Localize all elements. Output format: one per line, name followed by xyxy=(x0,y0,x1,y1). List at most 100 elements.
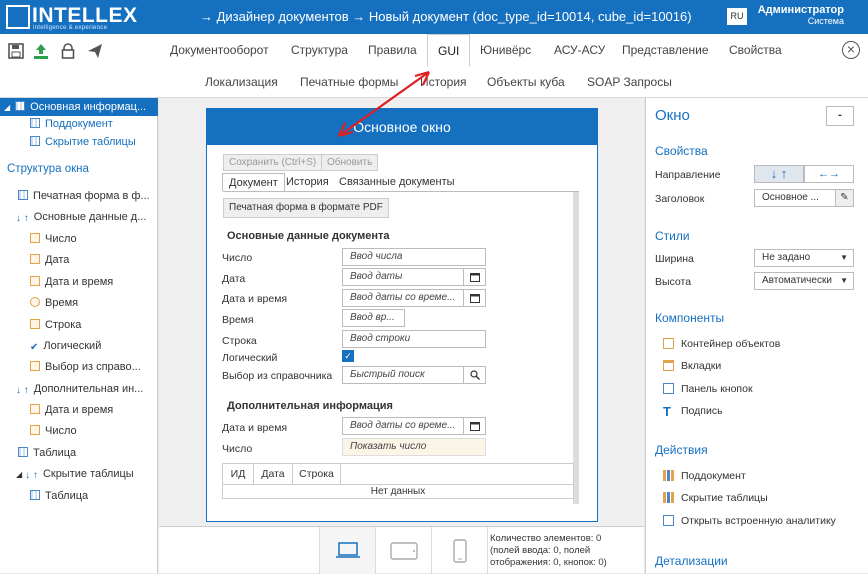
tree-item[interactable]: Число xyxy=(30,422,77,440)
table-header[interactable]: Дата xyxy=(254,464,293,484)
phone-icon[interactable] xyxy=(431,527,487,574)
tab-related-documents[interactable]: Связанные документы xyxy=(333,173,461,191)
tree-item[interactable]: Таблица xyxy=(18,444,76,462)
tree-item[interactable]: Число xyxy=(30,230,77,248)
menu-documentflow[interactable]: Документооборот xyxy=(160,35,279,66)
menu-universe[interactable]: Юнивёрс xyxy=(470,35,541,66)
boolean-checkbox[interactable]: ✓ xyxy=(342,350,354,362)
collapse-triangle-icon: ◢ xyxy=(4,103,11,112)
field-label: Выбор из справочника xyxy=(222,370,333,382)
tree-item-label: Дата xyxy=(45,254,70,266)
time-input[interactable]: Ввод вр... xyxy=(342,309,405,327)
pdf-print-button[interactable]: Печатная форма в формате PDF xyxy=(223,198,389,218)
component-tabs[interactable]: Вкладки xyxy=(663,360,721,372)
stats-line: (полей ввода: 0, полей xyxy=(490,545,591,556)
tree-item[interactable]: ↓ ↑ Дополнительная ин... xyxy=(16,380,143,398)
tree-item[interactable]: Дата xyxy=(30,251,69,269)
data-table[interactable]: ИД Дата Строка Нет данных xyxy=(222,463,574,499)
tab-history[interactable]: История xyxy=(280,173,335,191)
refresh-button[interactable]: Обновить xyxy=(321,154,379,171)
direction-vertical-button[interactable]: ↓ ↑ xyxy=(754,165,804,183)
direction-arrows-icon: ↓ ↑ xyxy=(16,213,29,224)
dictionary-search-input[interactable]: Быстрый поиск xyxy=(342,366,486,384)
menu-structure[interactable]: Структура xyxy=(281,35,358,66)
menu-soap[interactable]: SOAP Запросы xyxy=(577,67,682,98)
search-placeholder: Быстрый поиск xyxy=(350,369,425,380)
tree-item-subdocument[interactable]: Поддокумент xyxy=(30,115,113,133)
menu-asu[interactable]: АСУ-АСУ xyxy=(544,35,615,66)
tree-item[interactable]: Время xyxy=(30,294,78,312)
action-hide-table[interactable]: Скрытие таблицы xyxy=(663,492,768,504)
tree-item[interactable]: ◢ ↓ ↑ Скрытие таблицы xyxy=(16,465,134,484)
additional-datetime-input[interactable]: Ввод даты со време... xyxy=(342,417,486,435)
user-info[interactable]: Администратор Система xyxy=(758,5,844,27)
menu-cube-objects[interactable]: Объекты куба xyxy=(477,67,575,98)
close-icon[interactable]: × xyxy=(842,41,860,59)
header-value: Основное ... xyxy=(762,192,819,203)
menu-gui[interactable]: GUI xyxy=(427,34,471,67)
tree-item[interactable]: ✔ Логический xyxy=(30,337,101,355)
tree-item-hide-table[interactable]: Скрытие таблицы xyxy=(30,133,136,151)
number-icon xyxy=(30,233,40,243)
search-icon[interactable] xyxy=(463,367,485,383)
tree-item[interactable]: Строка xyxy=(30,316,81,334)
bar-chart-icon xyxy=(663,492,674,503)
component-button-panel[interactable]: Панель кнопок xyxy=(663,383,753,395)
calendar-icon[interactable] xyxy=(463,418,485,434)
number-input[interactable]: Ввод числа xyxy=(342,248,486,266)
component-label-item[interactable]: T Подпись xyxy=(663,405,723,418)
tree-item[interactable]: Дата и время xyxy=(30,401,113,419)
direction-horizontal-button[interactable]: ←→ xyxy=(804,165,854,183)
height-select[interactable]: Автоматически ▼ xyxy=(754,272,854,290)
tree-item[interactable]: Таблица xyxy=(30,487,88,505)
form-window[interactable]: Основное окно Сохранить (Ctrl+S) Обновит… xyxy=(206,108,598,522)
send-icon[interactable] xyxy=(85,41,105,61)
table-header[interactable]: Строка xyxy=(293,464,341,484)
tree-item[interactable]: ↓ ↑ Основные данные д... xyxy=(16,208,146,226)
date-input[interactable]: Ввод даты xyxy=(342,268,486,286)
tab-document[interactable]: Документ xyxy=(222,173,285,191)
show-number-field: Показать число xyxy=(342,438,486,456)
scrollbar[interactable] xyxy=(573,192,579,504)
tree-item-label: Скрытие таблицы xyxy=(42,468,134,480)
tree-item-label: Число xyxy=(45,233,77,245)
component-label: Панель кнопок xyxy=(681,383,753,395)
field-label: Логический xyxy=(222,352,278,364)
top-bar: INTELLEX intelligence & experience → Диз… xyxy=(0,0,868,34)
tree-item-main-info[interactable]: ◢ Основная информац... xyxy=(0,98,158,116)
datetime-input[interactable]: Ввод даты со време... xyxy=(342,289,486,307)
tree-item[interactable]: Дата и время xyxy=(30,273,113,291)
calendar-icon[interactable] xyxy=(463,290,485,306)
collapse-button[interactable]: - xyxy=(826,106,854,126)
lock-icon[interactable] xyxy=(58,41,78,61)
menu-localization[interactable]: Локализация xyxy=(195,67,288,98)
properties-title: Свойства xyxy=(655,144,708,158)
tablet-icon[interactable] xyxy=(375,527,431,574)
save-icon[interactable] xyxy=(6,41,26,61)
pencil-icon[interactable]: ✎ xyxy=(835,190,853,206)
action-open-analytics[interactable]: Открыть встроенную аналитику xyxy=(663,515,836,527)
direction-arrows-icon: ↓ ↑ xyxy=(25,470,38,481)
save-button[interactable]: Сохранить (Ctrl+S) xyxy=(223,154,323,171)
desktop-icon[interactable] xyxy=(319,527,375,574)
tree-item[interactable]: Печатная форма в ф... xyxy=(18,187,150,205)
logo[interactable]: INTELLEX intelligence & experience xyxy=(6,4,137,32)
string-input[interactable]: Ввод строки xyxy=(342,330,486,348)
header-input[interactable]: Основное ... ✎ xyxy=(754,189,854,207)
upload-icon[interactable] xyxy=(31,41,51,61)
tabs-icon xyxy=(663,360,674,371)
calendar-icon[interactable] xyxy=(463,269,485,285)
menu-rules[interactable]: Правила xyxy=(358,35,427,66)
tree-item-label: Основные данные д... xyxy=(33,211,147,223)
component-container[interactable]: Контейнер объектов xyxy=(663,338,780,350)
action-subdocument[interactable]: Поддокумент xyxy=(663,470,746,482)
tree-item-label: Поддокумент xyxy=(45,118,113,130)
language-button[interactable]: RU xyxy=(727,8,747,25)
width-select[interactable]: Не задано ▼ xyxy=(754,249,854,267)
tree-item-label: Таблица xyxy=(45,490,89,502)
menu-view[interactable]: Представление xyxy=(612,35,719,66)
field-label: Дата и время xyxy=(222,293,288,305)
menu-properties[interactable]: Свойства xyxy=(719,35,792,66)
tree-item[interactable]: Выбор из справо... xyxy=(30,358,141,376)
table-header[interactable]: ИД xyxy=(223,464,254,484)
